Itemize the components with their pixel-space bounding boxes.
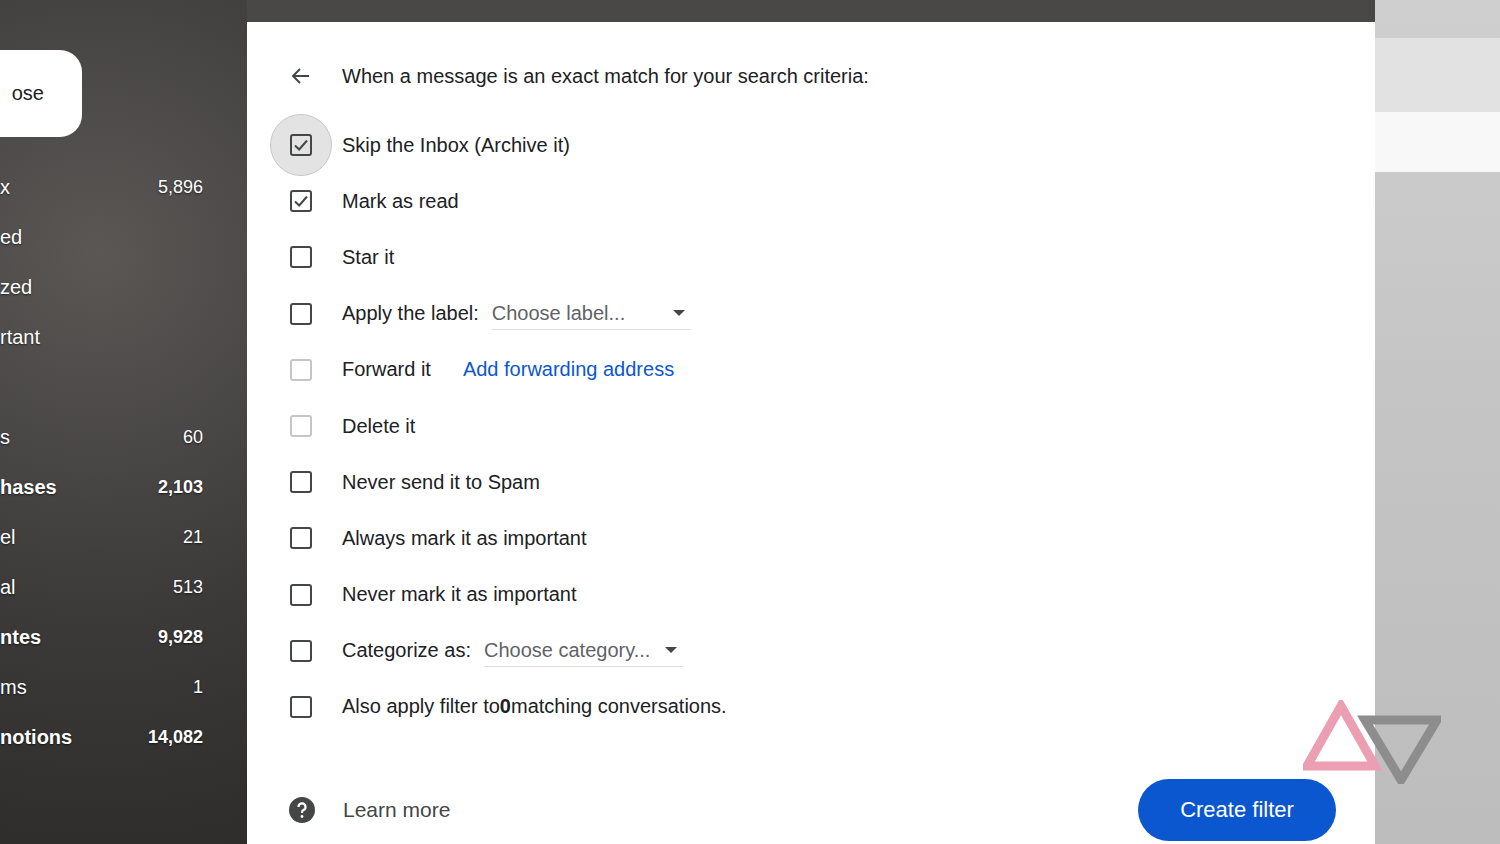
checkbox-wrap[interactable] bbox=[289, 302, 313, 326]
checkbox[interactable] bbox=[290, 527, 312, 549]
checkbox-wrap[interactable] bbox=[289, 470, 313, 494]
forwarding-link[interactable]: Add forwarding address bbox=[463, 358, 674, 381]
action-list: Skip the Inbox (Archive it) Mark as read S… bbox=[289, 117, 1375, 735]
sidebar-item[interactable]: al513 bbox=[0, 562, 247, 612]
action-label[interactable]: Never send it to Spam bbox=[342, 471, 540, 494]
caret-icon bbox=[665, 647, 677, 653]
compose-button[interactable]: ose bbox=[0, 50, 82, 137]
sidebar-item[interactable]: ntes9,928 bbox=[0, 612, 247, 662]
sidebar-item[interactable]: notions14,082 bbox=[0, 712, 247, 762]
caret-icon bbox=[673, 310, 685, 316]
sidebar-group: s60hases2,103el21al513ntes9,928ms1notion… bbox=[0, 412, 247, 762]
filter-action-row: Forward itAdd forwarding address bbox=[289, 342, 1375, 398]
checkbox[interactable] bbox=[290, 584, 312, 606]
checkbox[interactable] bbox=[290, 246, 312, 268]
action-label[interactable]: Star it bbox=[342, 246, 394, 269]
back-arrow-icon[interactable] bbox=[289, 64, 313, 88]
filter-action-row: Categorize as:Choose category... bbox=[289, 623, 1375, 679]
help-icon bbox=[289, 797, 315, 823]
sidebar-count: 5,896 bbox=[158, 177, 203, 198]
filter-action-row: Star it bbox=[289, 229, 1375, 285]
hover-ripple bbox=[270, 114, 332, 176]
filter-action-row: Mark as read bbox=[289, 173, 1375, 229]
sidebar-item[interactable]: ed bbox=[0, 212, 247, 262]
sidebar-item[interactable]: s60 bbox=[0, 412, 247, 462]
checkbox-wrap[interactable] bbox=[289, 189, 313, 213]
sidebar-item[interactable]: rtant bbox=[0, 312, 247, 362]
checkbox-wrap[interactable] bbox=[289, 133, 313, 157]
action-label[interactable]: Skip the Inbox (Archive it) bbox=[342, 134, 570, 157]
sidebar-count: 14,082 bbox=[148, 727, 203, 748]
learn-more[interactable]: Learn more bbox=[289, 797, 450, 823]
sidebar-count: 21 bbox=[183, 527, 203, 548]
dropdown[interactable]: Choose label... bbox=[492, 298, 691, 330]
filter-action-row: Also apply filter to 0 matching conversa… bbox=[289, 679, 1375, 735]
action-label[interactable]: Forward itAdd forwarding address bbox=[342, 358, 674, 381]
checkbox[interactable] bbox=[290, 190, 312, 212]
filter-action-row: Never send it to Spam bbox=[289, 454, 1375, 510]
sidebar-item[interactable]: x5,896 bbox=[0, 162, 247, 212]
sidebar-count: 60 bbox=[183, 427, 203, 448]
checkbox[interactable] bbox=[290, 471, 312, 493]
sidebar-count: 513 bbox=[173, 577, 203, 598]
checkbox-wrap[interactable] bbox=[289, 639, 313, 663]
checkbox[interactable] bbox=[290, 303, 312, 325]
action-label[interactable]: Categorize as:Choose category... bbox=[342, 635, 683, 667]
filter-action-row: Skip the Inbox (Archive it) bbox=[289, 117, 1375, 173]
checkbox-wrap[interactable] bbox=[289, 526, 313, 550]
checkbox[interactable] bbox=[290, 359, 312, 381]
checkbox[interactable] bbox=[290, 640, 312, 662]
action-label[interactable]: Mark as read bbox=[342, 190, 459, 213]
action-label[interactable]: Delete it bbox=[342, 415, 415, 438]
panel-header: When a message is an exact match for you… bbox=[289, 54, 1375, 98]
sidebar-count: 1 bbox=[193, 677, 203, 698]
action-label[interactable]: Apply the label:Choose label... bbox=[342, 298, 691, 330]
sidebar: ose x5,896edzedrtant s60hases2,103el21al51… bbox=[0, 0, 247, 844]
panel-footer: Learn more Create filter bbox=[289, 779, 1375, 841]
sidebar-item[interactable]: hases2,103 bbox=[0, 462, 247, 512]
filter-action-row: Apply the label:Choose label... bbox=[289, 286, 1375, 342]
sidebar-count: 9,928 bbox=[158, 627, 203, 648]
create-filter-button[interactable]: Create filter bbox=[1138, 779, 1336, 841]
checkbox[interactable] bbox=[290, 134, 312, 156]
page: ose x5,896edzedrtant s60hases2,103el21al51… bbox=[0, 0, 1500, 844]
checkbox[interactable] bbox=[290, 696, 312, 718]
checkbox-wrap[interactable] bbox=[289, 358, 313, 382]
filter-action-row: Always mark it as important bbox=[289, 510, 1375, 566]
sidebar-item[interactable]: ms1 bbox=[0, 662, 247, 712]
checkbox-wrap[interactable] bbox=[289, 695, 313, 719]
background-strip bbox=[1375, 38, 1500, 112]
checkbox-wrap[interactable] bbox=[289, 245, 313, 269]
background-strip bbox=[1375, 112, 1500, 172]
sidebar-count: 2,103 bbox=[158, 477, 203, 498]
sidebar-item[interactable]: el21 bbox=[0, 512, 247, 562]
action-label[interactable]: Always mark it as important bbox=[342, 527, 587, 550]
sidebar-group: x5,896edzedrtant bbox=[0, 162, 247, 362]
watermark-logo-icon bbox=[1303, 700, 1441, 784]
sidebar-item[interactable]: zed bbox=[0, 262, 247, 312]
action-label[interactable]: Never mark it as important bbox=[342, 583, 577, 606]
dropdown[interactable]: Choose category... bbox=[484, 635, 683, 667]
action-label[interactable]: Also apply filter to 0 matching conversa… bbox=[342, 695, 727, 718]
checkbox-wrap[interactable] bbox=[289, 414, 313, 438]
panel-heading: When a message is an exact match for you… bbox=[342, 65, 869, 88]
filter-action-row: Never mark it as important bbox=[289, 567, 1375, 623]
filter-action-row: Delete it bbox=[289, 398, 1375, 454]
checkbox[interactable] bbox=[290, 415, 312, 437]
filter-panel: When a message is an exact match for you… bbox=[247, 22, 1375, 844]
checkbox-wrap[interactable] bbox=[289, 583, 313, 607]
